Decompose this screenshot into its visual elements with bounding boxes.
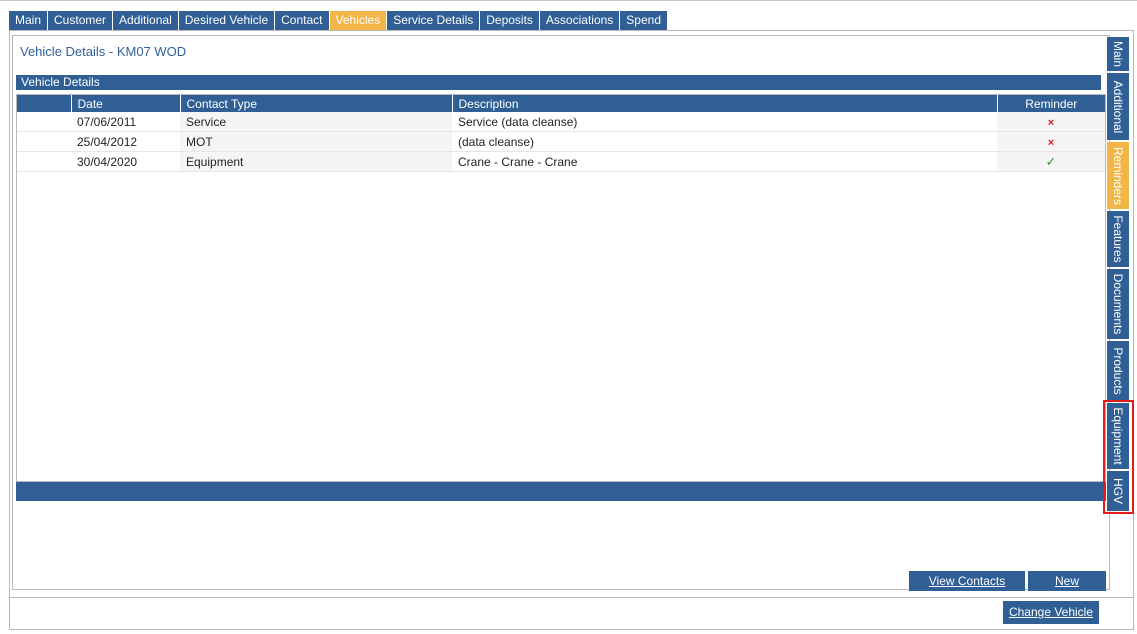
reminder-cell: ✓ bbox=[997, 151, 1105, 172]
side-tab-label: Additional bbox=[1111, 80, 1125, 133]
date-cell: 25/04/2012 bbox=[71, 131, 180, 152]
tab-vehicles[interactable]: Vehicles bbox=[329, 11, 387, 30]
side-tab-additional[interactable]: Additional bbox=[1107, 73, 1129, 140]
contact-type-cell: Equipment bbox=[180, 151, 452, 172]
cross-icon: × bbox=[1047, 136, 1055, 149]
row-select-cell bbox=[17, 112, 71, 132]
contact-type-cell: MOT bbox=[180, 131, 452, 152]
table-row[interactable]: 25/04/2012 MOT (data cleanse) × bbox=[17, 131, 1105, 152]
tab-service-details[interactable]: Service Details bbox=[387, 11, 480, 30]
contact-type-cell: Service bbox=[180, 112, 452, 132]
grid-footer bbox=[16, 482, 1106, 501]
tab-deposits[interactable]: Deposits bbox=[480, 11, 539, 30]
side-tab-label: Main bbox=[1111, 40, 1125, 68]
side-tab-products[interactable]: Products bbox=[1107, 341, 1129, 401]
reminders-grid: Date Contact Type Description Reminder 0… bbox=[16, 94, 1106, 482]
section-header: Vehicle Details bbox=[16, 75, 1101, 90]
tab-spend[interactable]: Spend bbox=[620, 11, 667, 30]
check-icon: ✓ bbox=[1045, 153, 1057, 169]
change-vehicle-button[interactable]: Change Vehicle bbox=[1003, 601, 1099, 624]
tab-additional[interactable]: Additional bbox=[113, 11, 178, 30]
date-cell: 07/06/2011 bbox=[71, 112, 180, 132]
date-cell: 30/04/2020 bbox=[71, 151, 180, 172]
row-select-cell bbox=[17, 151, 71, 172]
page-title: Vehicle Details - KM07 WOD bbox=[20, 44, 187, 59]
tab-main[interactable]: Main bbox=[9, 11, 48, 30]
description-cell: Crane - Crane - Crane bbox=[452, 151, 997, 172]
table-row[interactable]: 30/04/2020 Equipment Crane - Crane - Cra… bbox=[17, 151, 1105, 172]
side-tab-reminders[interactable]: Reminders bbox=[1107, 142, 1129, 209]
tab-customer[interactable]: Customer bbox=[48, 11, 113, 30]
side-tab-label: Reminders bbox=[1111, 146, 1125, 205]
main-tab-bar: Main Customer Additional Desired Vehicle… bbox=[9, 11, 668, 30]
side-tab-documents[interactable]: Documents bbox=[1107, 269, 1129, 339]
column-header-description[interactable]: Description bbox=[452, 95, 998, 112]
column-header-contact-type[interactable]: Contact Type bbox=[180, 95, 453, 112]
column-header-date[interactable]: Date bbox=[71, 95, 181, 112]
side-tab-label: Features bbox=[1111, 215, 1125, 263]
side-tab-features[interactable]: Features bbox=[1107, 211, 1129, 267]
view-contacts-button[interactable]: View Contacts bbox=[909, 571, 1025, 591]
reminder-cell: × bbox=[997, 112, 1105, 132]
row-select-cell bbox=[17, 131, 71, 152]
highlight-box bbox=[1103, 400, 1134, 514]
grid-header-row: Date Contact Type Description Reminder bbox=[17, 95, 1105, 112]
description-cell: (data cleanse) bbox=[452, 131, 997, 152]
side-tab-label: Products bbox=[1111, 347, 1125, 395]
description-cell: Service (data cleanse) bbox=[452, 112, 997, 132]
tab-desired-vehicle[interactable]: Desired Vehicle bbox=[178, 11, 275, 30]
cross-icon: × bbox=[1047, 116, 1055, 129]
divider bbox=[9, 597, 1134, 598]
tab-associations[interactable]: Associations bbox=[539, 11, 620, 30]
side-tab-main[interactable]: Main bbox=[1107, 37, 1129, 71]
new-button[interactable]: New bbox=[1028, 571, 1106, 591]
tab-contact[interactable]: Contact bbox=[275, 11, 329, 30]
reminder-cell: × bbox=[997, 131, 1105, 152]
table-row[interactable]: 07/06/2011 Service Service (data cleanse… bbox=[17, 112, 1105, 132]
top-rule bbox=[0, 0, 1137, 1]
side-tab-label: Documents bbox=[1111, 273, 1125, 335]
column-header-reminder[interactable]: Reminder bbox=[997, 95, 1105, 112]
column-header-select bbox=[17, 95, 72, 112]
